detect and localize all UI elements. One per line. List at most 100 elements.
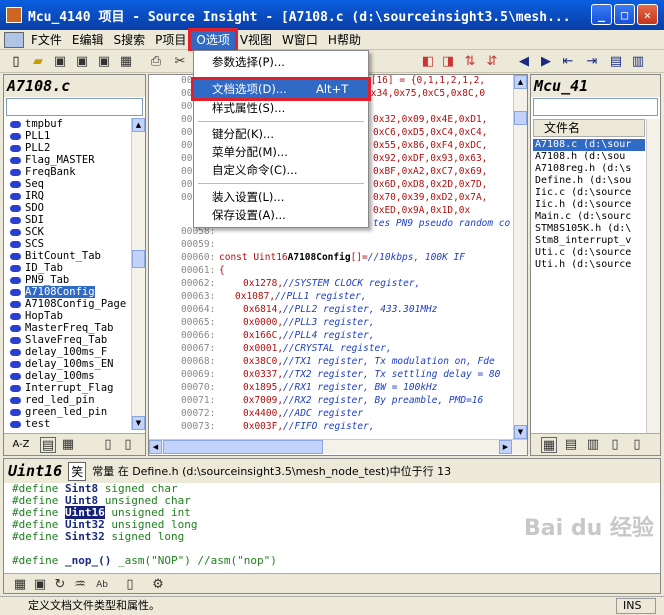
menu-help[interactable]: H帮助 <box>323 31 366 49</box>
save-all-icon[interactable]: ▣ <box>74 54 90 70</box>
project-files-icon[interactable]: ▦ <box>541 437 557 453</box>
symbol-scrollbar[interactable]: ▲ ▼ <box>131 118 145 430</box>
symbol-list-item[interactable]: SCK <box>4 226 132 238</box>
symbol-list-item[interactable]: Flag_MASTER <box>4 154 132 166</box>
symbol-filter-input[interactable] <box>6 98 143 116</box>
jump2-icon[interactable]: ⇵ <box>484 54 500 70</box>
menu-edit[interactable]: E编辑 <box>67 31 109 49</box>
file-list-item[interactable]: Uti.c (d:\source <box>533 247 645 259</box>
file-list-item[interactable]: Iic.c (d:\source <box>533 187 645 199</box>
scroll-down-icon[interactable]: ▼ <box>132 416 145 430</box>
window-icon[interactable]: ▥ <box>630 54 646 70</box>
book2-icon[interactable]: ▯ <box>120 437 136 453</box>
ctx-lock-icon[interactable]: ▦ <box>12 577 28 593</box>
symbol-list-item[interactable]: SDI <box>4 214 132 226</box>
app-icon[interactable] <box>6 7 22 23</box>
menu-item-custom-commands[interactable]: 自定义命令(C)... <box>194 161 368 179</box>
browse-icon[interactable]: ▤ <box>608 54 624 70</box>
list-view-icon[interactable]: ▤ <box>40 437 56 453</box>
tree-view-icon[interactable]: ▦ <box>60 437 76 453</box>
file-list-item[interactable]: STM8S105K.h (d:\ <box>533 223 645 235</box>
forward-icon[interactable]: ▶ <box>538 54 554 70</box>
smiley-icon[interactable]: 笑 <box>68 461 87 481</box>
bookmark2-icon[interactable]: ◨ <box>440 54 456 70</box>
go-start-icon[interactable]: ⇥ <box>584 54 600 70</box>
editor-hscrollbar[interactable]: ◀ ▶ <box>149 439 527 454</box>
symbol-list-item[interactable]: SlaveFreq_Tab <box>4 334 132 346</box>
menu-item-key-assignments[interactable]: 键分配(K)... <box>194 125 368 143</box>
menu-options[interactable]: O选项 <box>188 27 238 52</box>
go-end-icon[interactable]: ⇤ <box>560 54 576 70</box>
symbol-list-item[interactable]: test <box>4 418 132 430</box>
symbol-list-item[interactable]: A7108Config <box>4 286 132 298</box>
menu-window[interactable]: W窗口 <box>277 31 323 49</box>
save-icon[interactable]: ▣ <box>52 54 68 70</box>
menu-item-save-config[interactable]: 保存设置(A)... <box>194 206 368 224</box>
project-book2-icon[interactable]: ▯ <box>629 437 645 453</box>
file-scrollbar[interactable] <box>646 119 660 433</box>
file-list-item[interactable]: Main.c (d:\sourc <box>533 211 645 223</box>
file-list[interactable]: A7108.c (d:\sour A7108.h (d:\sou A7108reg.… <box>533 139 645 271</box>
open-folder-icon[interactable]: ▰ <box>30 54 46 70</box>
symbol-list-item[interactable]: Interrupt_Flag <box>4 382 132 394</box>
menu-item-load-config[interactable]: 装入设置(L)... <box>194 188 368 206</box>
symbol-list-item[interactable]: green_led_pin <box>4 406 132 418</box>
symbol-list-item[interactable]: HopTab <box>4 310 132 322</box>
editor-scroll-thumb[interactable] <box>514 111 527 125</box>
scroll-up-icon[interactable]: ▲ <box>132 118 145 132</box>
menu-file[interactable]: F文件 <box>26 31 67 49</box>
symbol-list-item[interactable]: IRQ <box>4 190 132 202</box>
menu-item-document-options[interactable]: 文档选项(D)... Alt+T <box>191 77 371 101</box>
close-file-icon[interactable]: ▣ <box>96 54 112 70</box>
menu-item-menu-assignments[interactable]: 菜单分配(M)... <box>194 143 368 161</box>
ctx-pin-icon[interactable]: ▯ <box>122 577 138 593</box>
project-symbols-icon[interactable]: ▤ <box>563 437 579 453</box>
file-list-item[interactable]: Define.h (d:\sou <box>533 175 645 187</box>
editor-scroll-up-icon[interactable]: ▲ <box>514 75 527 89</box>
menu-project[interactable]: P项目 <box>150 31 191 49</box>
symbol-list-item[interactable]: Seq <box>4 178 132 190</box>
file-list-item[interactable]: Uti.h (d:\source <box>533 259 645 271</box>
menu-search[interactable]: S搜索 <box>109 31 151 49</box>
editor-scrollbar[interactable]: ▲ ▼ <box>513 75 527 439</box>
doc-icon[interactable] <box>4 31 24 48</box>
file-list-item[interactable]: A7108reg.h (d:\s <box>533 163 645 175</box>
file-list-item[interactable]: Stm8_interrupt_v <box>533 235 645 247</box>
symbol-list-item[interactable]: PN9_Tab <box>4 274 132 286</box>
new-file-icon[interactable]: ▯ <box>8 54 24 70</box>
scroll-thumb[interactable] <box>132 250 145 268</box>
ctx-font-icon[interactable]: Ab <box>94 577 110 593</box>
file-list-item[interactable]: A7108.c (d:\sour <box>533 139 645 151</box>
symbol-list-item[interactable]: delay_100ms_EN <box>4 358 132 370</box>
close-button[interactable]: ✕ <box>637 4 658 25</box>
menu-item-preferences[interactable]: 参数选择(P)... <box>194 53 368 71</box>
ctx-print-icon[interactable]: ▣ <box>32 577 48 593</box>
symbol-list-item[interactable]: PLL1 <box>4 130 132 142</box>
file-list-item[interactable]: Iic.h (d:\source <box>533 199 645 211</box>
project-list-icon[interactable]: ▥ <box>585 437 601 453</box>
sort-az-icon[interactable]: A-Z <box>10 437 32 453</box>
symbol-list-item[interactable]: PLL2 <box>4 142 132 154</box>
symbol-list[interactable]: tmpbuf PLL1 PLL2 Flag_MASTER FreqBank Seq IRQ S… <box>4 118 132 430</box>
editor-scroll-down-icon[interactable]: ▼ <box>514 425 527 439</box>
maximize-button[interactable]: □ <box>614 4 635 25</box>
symbol-list-item[interactable]: red_led_pin <box>4 394 132 406</box>
book-icon[interactable]: ▯ <box>100 437 116 453</box>
editor-hscroll-thumb[interactable] <box>163 440 323 454</box>
menu-item-style-properties[interactable]: 样式属性(S)... <box>194 99 368 117</box>
editor-scroll-right-icon[interactable]: ▶ <box>499 440 512 454</box>
back-icon[interactable]: ◀ <box>516 54 532 70</box>
open-icon[interactable]: ▦ <box>118 54 134 70</box>
symbol-list-item[interactable]: ID_Tab <box>4 262 132 274</box>
ctx-brush-icon[interactable]: ♒ <box>72 577 88 593</box>
symbol-list-item[interactable]: FreqBank <box>4 166 132 178</box>
file-filter-input[interactable] <box>533 98 658 116</box>
symbol-list-item[interactable]: tmpbuf <box>4 118 132 130</box>
jump-icon[interactable]: ⇅ <box>462 54 478 70</box>
file-list-item[interactable]: A7108.h (d:\sou <box>533 151 645 163</box>
symbol-list-item[interactable]: delay_100ms_F <box>4 346 132 358</box>
ctx-settings-icon[interactable]: ⚙ <box>150 577 166 593</box>
cut-icon[interactable]: ✂ <box>172 54 188 70</box>
symbol-list-item[interactable]: SCS <box>4 238 132 250</box>
symbol-list-item[interactable]: SDO <box>4 202 132 214</box>
